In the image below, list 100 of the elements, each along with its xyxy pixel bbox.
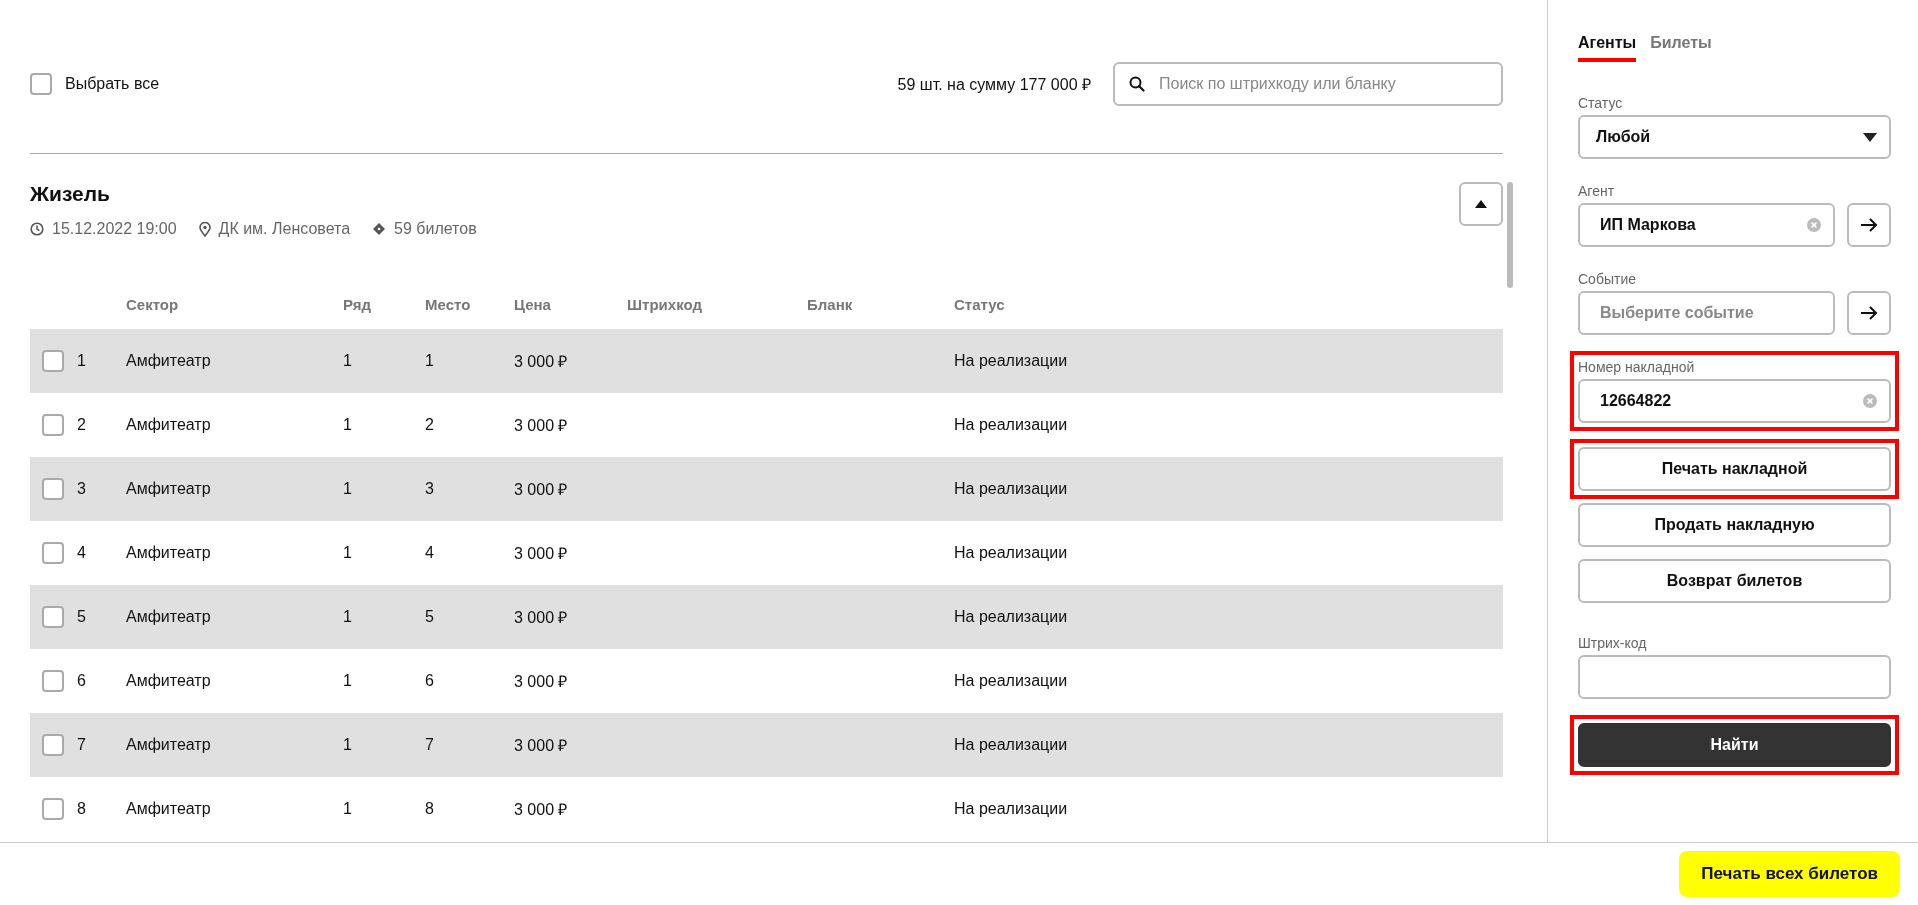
table-cell: 1 <box>343 800 352 817</box>
table-cell: 1 <box>425 352 434 369</box>
column-header: Место <box>425 295 472 313</box>
scrollbar[interactable] <box>1507 182 1513 288</box>
clear-icon[interactable] <box>1807 218 1821 232</box>
event-ticket-count: 59 билетов <box>394 220 477 238</box>
find-button[interactable]: Найти <box>1578 723 1891 767</box>
table-cell: 3 000 ₽ <box>514 737 568 754</box>
row-checkbox[interactable] <box>42 542 64 564</box>
select-all-label: Выбрать все <box>65 74 160 93</box>
event-datetime: 15.12.2022 19:00 <box>52 220 177 238</box>
table-cell: 8 <box>425 800 434 817</box>
table-cell: 3 000 ₽ <box>514 609 568 626</box>
location-pin-icon <box>198 221 211 237</box>
tab[interactable]: Билеты <box>1650 28 1712 62</box>
tab[interactable]: Агенты <box>1578 28 1637 62</box>
table-cell: 3 000 ₽ <box>514 353 568 370</box>
action-button[interactable]: Печать накладной <box>1578 447 1891 491</box>
table-cell: 1 <box>343 672 352 689</box>
table-cell: Амфитеатр <box>126 416 211 433</box>
go-button[interactable] <box>1847 291 1891 335</box>
dropdown-caret-icon <box>1863 132 1877 142</box>
table-cell: 1 <box>343 352 352 369</box>
search-field[interactable]: Поиск по штрихкоду или бланку <box>1113 61 1503 106</box>
row-number: 4 <box>77 544 86 562</box>
event-venue: ДК им. Ленсовета <box>218 220 351 238</box>
collapse-button[interactable] <box>1459 182 1503 226</box>
field-label: Статус <box>1578 95 1624 111</box>
row-checkbox[interactable] <box>42 798 64 820</box>
table-cell: Амфитеатр <box>126 736 211 753</box>
table-cell: 1 <box>343 608 352 625</box>
row-number: 8 <box>77 800 86 818</box>
row-number: 2 <box>77 416 86 434</box>
table-cell: 3 000 ₽ <box>514 673 568 690</box>
clock-icon <box>30 222 44 236</box>
select-all-checkbox[interactable] <box>30 72 52 95</box>
table-row[interactable]: 5 Амфитеатр 1 5 3 000 ₽ На реализации <box>30 585 1503 649</box>
table-cell: На реализации <box>954 416 1068 433</box>
table-cell: 4 <box>425 544 434 561</box>
table-cell: Амфитеатр <box>126 608 211 625</box>
table-cell: На реализации <box>954 672 1068 689</box>
table-row[interactable]: 7 Амфитеатр 1 7 3 000 ₽ На реализации <box>30 713 1503 777</box>
table-cell: 6 <box>425 672 434 689</box>
print-all-tickets-button[interactable]: Печать всех билетов <box>1679 851 1900 897</box>
action-button[interactable]: Возврат билетов <box>1578 559 1891 603</box>
table-cell: 1 <box>343 544 352 561</box>
row-number: 3 <box>77 480 86 498</box>
triangle-up-icon <box>1475 200 1487 208</box>
row-number: 1 <box>77 352 86 370</box>
table-cell: 2 <box>425 416 434 433</box>
row-number: 5 <box>77 608 86 626</box>
field-label: Агент <box>1578 183 1616 199</box>
column-header: Цена <box>514 295 552 313</box>
field-label: Номер накладной <box>1578 359 1696 375</box>
input-field[interactable]: Выберите событие <box>1578 291 1835 335</box>
table-cell: 5 <box>425 608 434 625</box>
input-field[interactable]: 12664822 <box>1578 379 1891 423</box>
row-checkbox[interactable] <box>42 670 64 692</box>
field-label: Штрих-код <box>1578 635 1648 651</box>
input-field[interactable]: ИП Маркова <box>1578 203 1835 247</box>
row-number: 6 <box>77 672 86 690</box>
row-checkbox[interactable] <box>42 414 64 436</box>
table-cell: На реализации <box>954 480 1068 497</box>
arrow-right-icon <box>1860 218 1878 232</box>
go-button[interactable] <box>1847 203 1891 247</box>
table-cell: Амфитеатр <box>126 480 211 497</box>
table-cell: На реализации <box>954 800 1068 817</box>
table-row[interactable]: 4 Амфитеатр 1 4 3 000 ₽ На реализации <box>30 521 1503 585</box>
row-number: 7 <box>77 736 86 754</box>
row-checkbox[interactable] <box>42 478 64 500</box>
table-row[interactable]: 8 Амфитеатр 1 8 3 000 ₽ На реализации <box>30 777 1503 841</box>
input-field[interactable] <box>1578 655 1891 699</box>
event-title: Жизель <box>30 182 111 206</box>
column-header: Штрихкод <box>627 295 703 313</box>
table-cell: 3 000 ₽ <box>514 801 568 818</box>
row-checkbox[interactable] <box>42 606 64 628</box>
status-dropdown[interactable]: Любой <box>1578 115 1891 159</box>
table-cell: 1 <box>343 480 352 497</box>
table-row[interactable]: 6 Амфитеатр 1 6 3 000 ₽ На реализации <box>30 649 1503 713</box>
column-header: Бланк <box>807 295 854 313</box>
table-cell: 3 <box>425 480 434 497</box>
action-button[interactable]: Продать накладную <box>1578 503 1891 547</box>
table-cell: Амфитеатр <box>126 352 211 369</box>
table-cell: 3 000 ₽ <box>514 481 568 498</box>
table-cell: 1 <box>343 416 352 433</box>
table-cell: Амфитеатр <box>126 800 211 817</box>
arrow-right-icon <box>1860 306 1878 320</box>
clear-icon[interactable] <box>1863 394 1877 408</box>
column-header: Ряд <box>343 295 373 313</box>
summary-text: 59 шт. на сумму 177 000 ₽ <box>897 74 1091 95</box>
row-checkbox[interactable] <box>42 734 64 756</box>
table-cell: Амфитеатр <box>126 672 211 689</box>
table-row[interactable]: 3 Амфитеатр 1 3 3 000 ₽ На реализации <box>30 457 1503 521</box>
table-row[interactable]: 1 Амфитеатр 1 1 3 000 ₽ На реализации <box>30 329 1503 393</box>
row-checkbox[interactable] <box>42 350 64 372</box>
table-row[interactable]: 2 Амфитеатр 1 2 3 000 ₽ На реализации <box>30 393 1503 457</box>
table-cell: 3 000 ₽ <box>514 545 568 562</box>
ticket-icon <box>372 222 387 236</box>
column-header: Статус <box>954 295 1006 313</box>
table-cell: На реализации <box>954 352 1068 369</box>
